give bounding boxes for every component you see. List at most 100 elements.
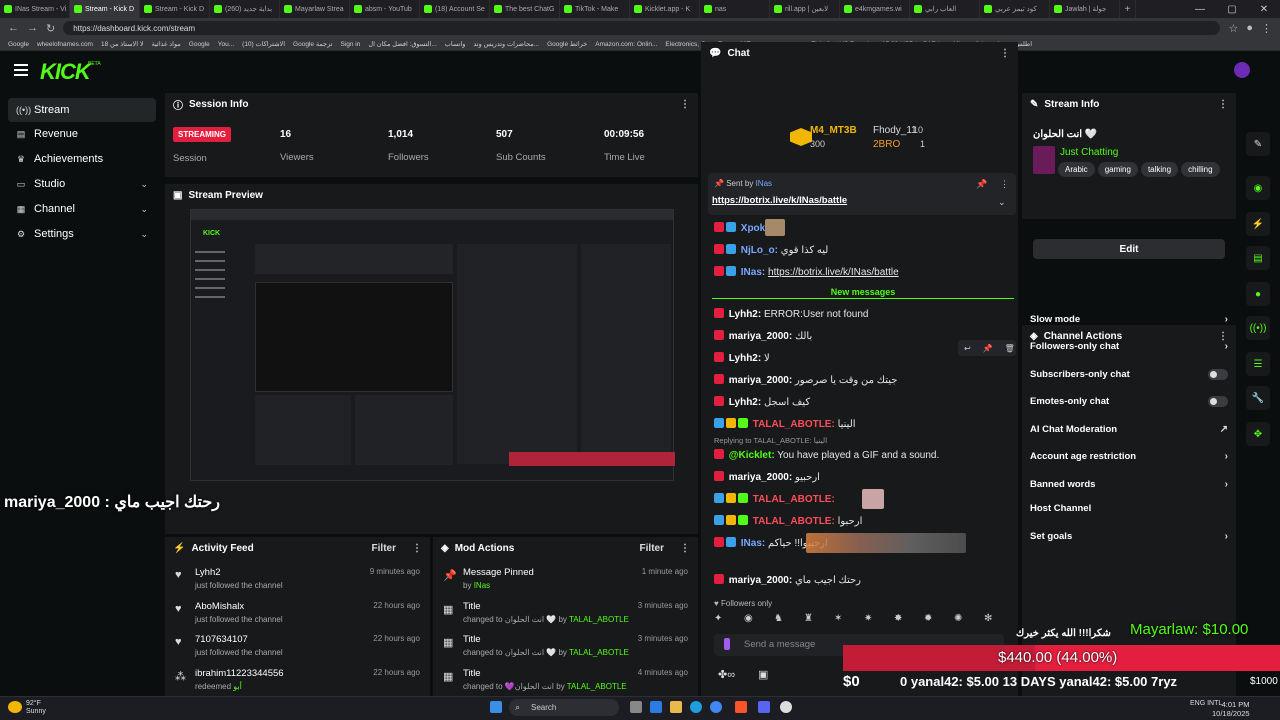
delete-icon[interactable]: 🗑 (1005, 344, 1015, 353)
chat-username[interactable]: mariya_2000: (729, 472, 792, 483)
bookmark-item[interactable]: واتساب (445, 40, 466, 48)
chat-username[interactable]: Lyhh2: (729, 309, 761, 320)
chat-message[interactable]: mariya_2000: ارحبيو (714, 471, 820, 483)
browser-tab[interactable]: TikTok - Make (560, 0, 630, 18)
mod-action-user[interactable]: TALAL_ABOTLE (567, 682, 627, 691)
pinned-link[interactable]: https://botrix.live/k/INas/battle (712, 195, 847, 206)
browser-tab[interactable]: (260) بداية جديد (210, 0, 280, 18)
activity-user[interactable]: Lyhh2 (195, 567, 221, 578)
chat-message[interactable]: Xpoki: (714, 222, 771, 234)
sidebar-item-stream[interactable]: ((•)) Stream (8, 98, 156, 122)
chat-username[interactable]: TALAL_ABOTLE: (753, 419, 835, 430)
mod-action-item[interactable]: ▦ Title changed to 💜انت الحلوان by TALAL_A… (433, 666, 698, 699)
browser-tab[interactable]: العاب رابي (910, 0, 980, 18)
category-thumbnail[interactable] (1033, 146, 1055, 174)
wrench-icon[interactable]: 🔧 (1246, 386, 1270, 410)
taskbar-search[interactable]: Search (509, 699, 619, 716)
emote-icon[interactable]: ✷ (864, 613, 880, 627)
chat-bubble-icon[interactable]: ● (1246, 282, 1270, 306)
reply-icon[interactable]: ↩ (964, 344, 971, 353)
activity-item[interactable]: ⁂ ibrahim11223344556 redeemed أبو 22 hours … (165, 666, 430, 699)
bookmark-item[interactable]: Google (8, 41, 29, 48)
chat-username[interactable]: TALAL_ABOTLE: (753, 494, 835, 505)
tag[interactable]: talking (1140, 162, 1179, 177)
pencil-icon[interactable]: ✎ (1246, 132, 1270, 156)
browser-tab[interactable]: (18) Account Se (420, 0, 490, 18)
chat-username[interactable]: Lyhh2: (729, 353, 761, 364)
camera-icon[interactable]: ◉ (1246, 176, 1270, 200)
minimize-icon[interactable]: — (1184, 0, 1216, 18)
browser-tab[interactable]: absm - YouTub (350, 0, 420, 18)
kebab-menu-icon[interactable]: ⋮ (680, 99, 690, 110)
external-link-icon[interactable]: ↗ (1220, 424, 1228, 435)
mod-filter-button[interactable]: Filter (640, 543, 664, 554)
bookmark-item[interactable]: Amazon.com: Onlin... (595, 41, 657, 48)
tag[interactable]: Arabic (1058, 162, 1095, 177)
browser-tab[interactable]: e4kmgames.wi (840, 0, 910, 18)
pinned-user[interactable]: INas (756, 179, 772, 188)
chat-username[interactable]: INas: (741, 267, 765, 278)
star-icon[interactable]: ☆ (1228, 22, 1238, 35)
browser-tab[interactable]: INas Stream - Vi (0, 0, 70, 18)
channel-action-account-age-restriction[interactable]: Account age restriction › (1030, 449, 1228, 465)
stream-preview-video[interactable]: KICK (190, 209, 675, 481)
chat-message[interactable]: mariya_2000: بالك (714, 330, 812, 342)
edit-stream-info-button[interactable]: Edit (1033, 239, 1225, 259)
chat-message[interactable]: TALAL_ABOTLE: (714, 493, 835, 505)
mod-action-user[interactable]: TALAL_ABOTLE (569, 648, 629, 657)
browser-tab[interactable]: Mayarlaw Strea (280, 0, 350, 18)
user-avatar[interactable] (1234, 62, 1250, 78)
bookmark-item[interactable]: لا الاستاذ من 18 (101, 40, 144, 48)
bookmark-item[interactable]: الاشتراكات (10) (242, 40, 285, 48)
browser-tab[interactable]: كود تيمز عربي (980, 0, 1050, 18)
discord-icon[interactable] (758, 701, 770, 713)
activity-user[interactable]: AboMishalx (195, 601, 244, 612)
pinned-message[interactable]: 📌 Sent by INas https://botrix.live/k/INa… (708, 173, 1016, 215)
emote-icon[interactable]: ✺ (954, 613, 970, 627)
widgets-icon[interactable] (650, 701, 662, 713)
emote-icon[interactable]: ◉ (744, 613, 760, 627)
browser-tab[interactable]: Jawlah | جولة (1050, 0, 1120, 18)
points-icon[interactable]: ✤∞ (718, 668, 735, 681)
sidebar-item-settings[interactable]: ⚙ Settings ⌄ (8, 222, 156, 246)
document-icon[interactable]: ▤ (1246, 246, 1270, 270)
task-view-icon[interactable] (630, 701, 642, 713)
maximize-icon[interactable]: ▢ (1216, 0, 1248, 18)
chat-message[interactable]: NjLo_o: ليه كذا قوي (714, 244, 828, 256)
chat-message[interactable]: INas: https://botrix.live/k/INas/battle (714, 266, 899, 278)
leader-second-name[interactable]: Fhody_11 (873, 125, 917, 136)
file-explorer-icon[interactable] (670, 701, 682, 713)
mod-action-item[interactable]: 📌 Message Pinned by INas 1 minute ago (433, 565, 698, 598)
chat-username[interactable]: TALAL_ABOTLE: (753, 516, 835, 527)
taskbar-clock[interactable]: 4:01 PM 10/18/2025 (1212, 700, 1250, 718)
url-field[interactable]: https://dashboard.kick.com/stream (63, 21, 1221, 35)
windows-start-icon[interactable] (490, 701, 502, 713)
channel-action-followers-only-chat[interactable]: Followers-only chat › (1030, 339, 1228, 355)
bookmark-item[interactable]: You... (218, 41, 234, 48)
reload-icon[interactable]: ↻ (46, 22, 55, 35)
activity-item[interactable]: ♥ AboMishalx just followed the channel 22 h… (165, 599, 430, 632)
bookmark-item[interactable]: Google خرائط (547, 40, 587, 48)
mod-action-user[interactable]: INas (474, 581, 490, 590)
channel-action-emotes-only-chat[interactable]: Emotes-only chat (1030, 394, 1228, 410)
chat-username[interactable]: mariya_2000: (729, 575, 792, 586)
chat-message[interactable]: TALAL_ABOTLE: الينيا (714, 418, 856, 430)
chevron-down-icon[interactable]: ⌄ (998, 197, 1006, 208)
hamburger-menu-icon[interactable] (14, 64, 28, 76)
chat-message[interactable]: Lyhh2: لا (714, 352, 770, 364)
tag[interactable]: chilling (1181, 162, 1220, 177)
edge-icon[interactable] (690, 701, 702, 713)
close-icon[interactable]: ✕ (1248, 0, 1280, 18)
channel-action-subscribers-only-chat[interactable]: Subscribers-only chat (1030, 366, 1228, 382)
chat-message[interactable]: TALAL_ABOTLE: ارحبوا (714, 515, 862, 527)
emote-icon[interactable]: ♞ (774, 613, 790, 627)
bookmark-item[interactable]: Sign in (340, 41, 360, 48)
activity-user[interactable]: 7107634107 (195, 634, 248, 645)
stream-category[interactable]: Just Chatting (1060, 147, 1118, 158)
activity-item[interactable]: ♥ 7107634107 just followed the channel 22 h… (165, 632, 430, 665)
bookmark-item[interactable]: wheelofnames.com (37, 41, 93, 48)
channel-action-slow-mode[interactable]: Slow mode › (1030, 311, 1228, 327)
channel-action-banned-words[interactable]: Banned words › (1030, 476, 1228, 492)
chat-message[interactable]: Lyhh2: ERROR:User not found (714, 308, 868, 320)
chat-username[interactable]: NjLo_o: (741, 245, 778, 256)
